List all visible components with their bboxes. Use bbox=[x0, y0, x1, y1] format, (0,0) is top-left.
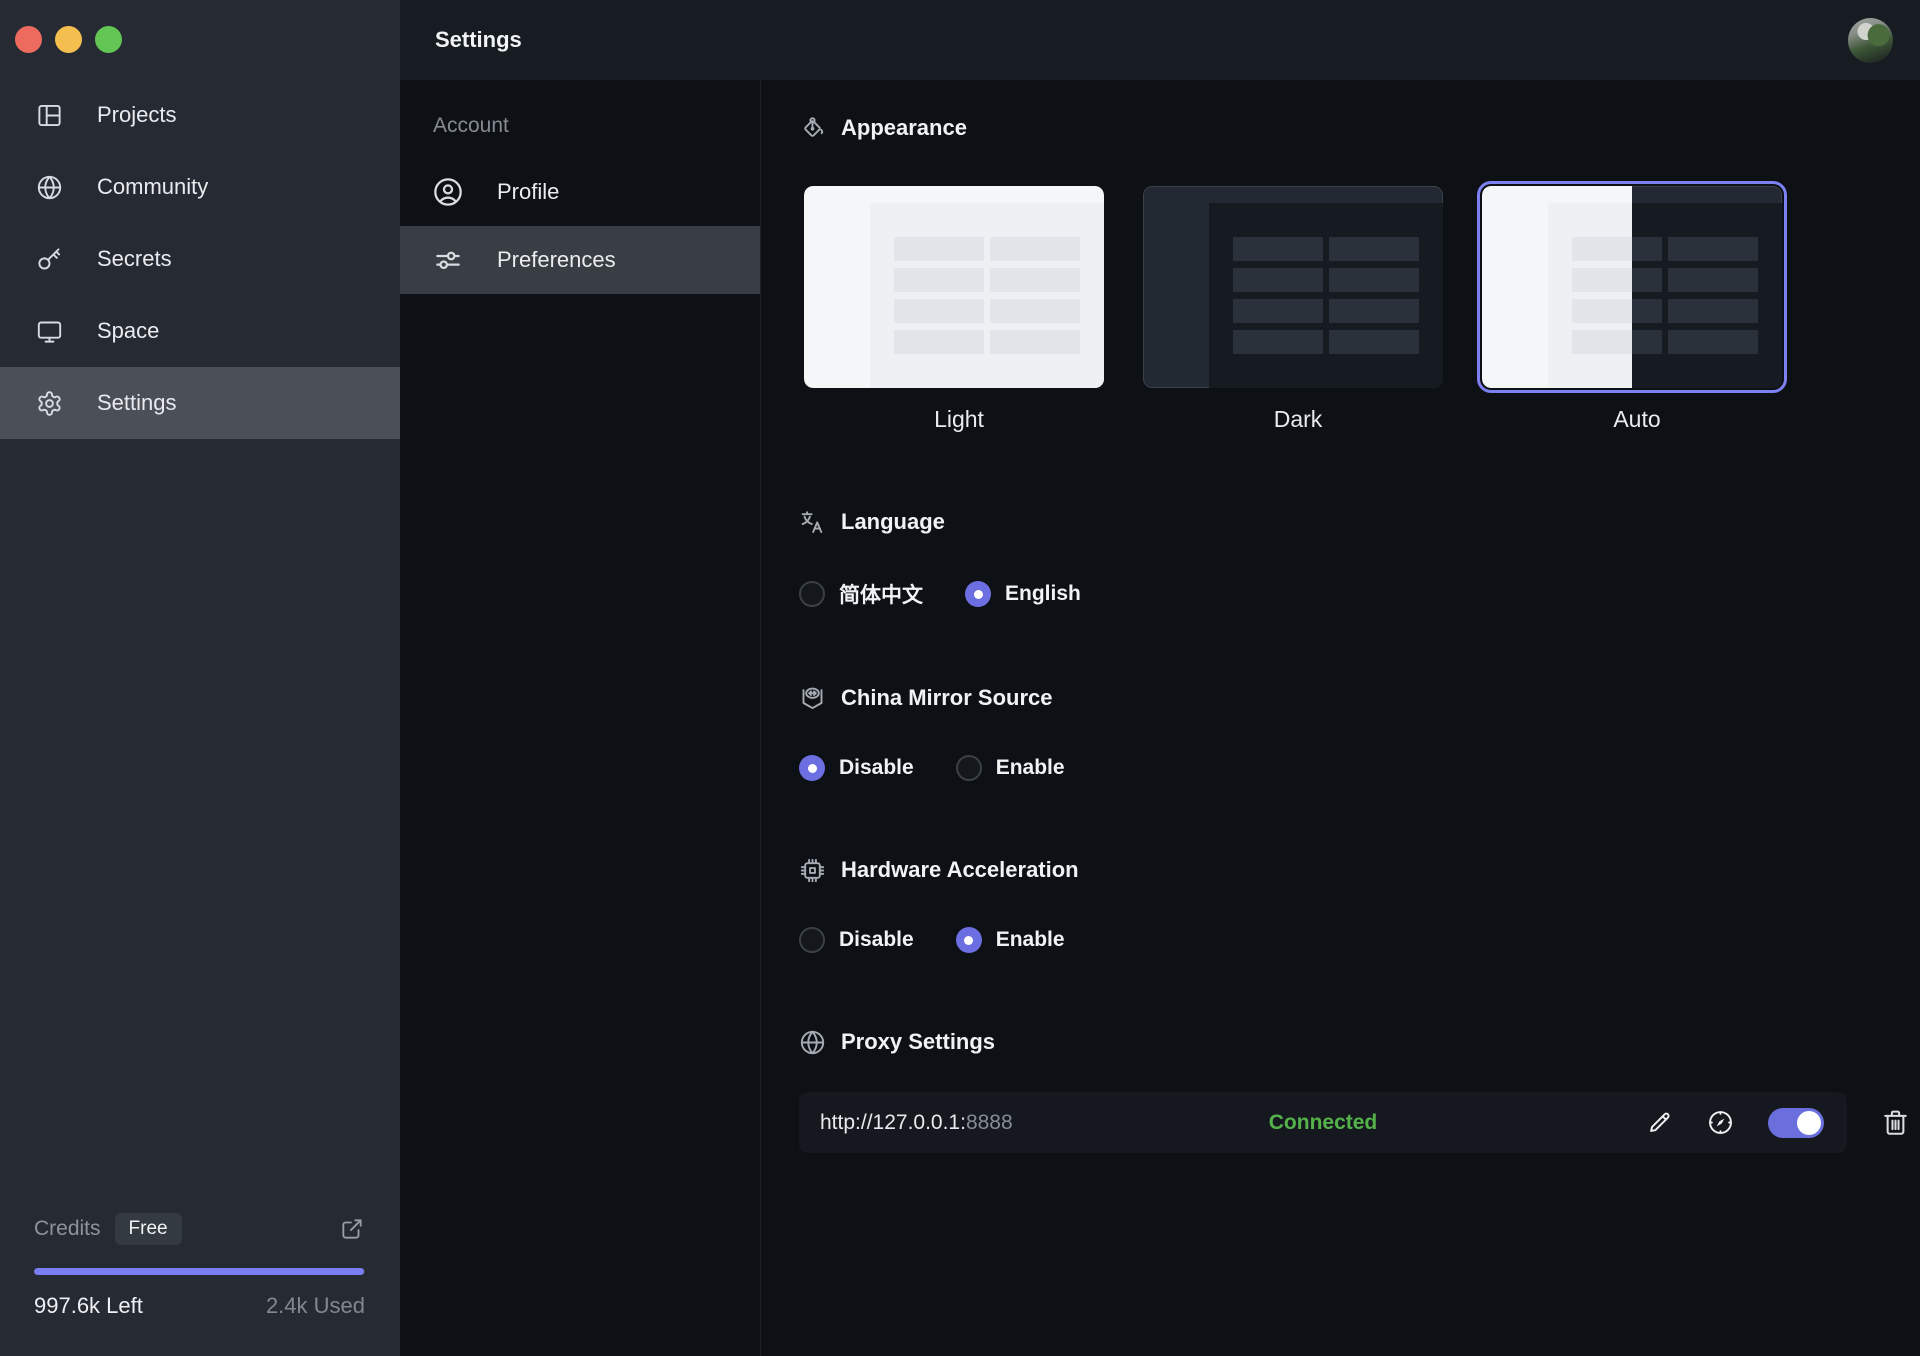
proxy-status-badge: Connected bbox=[1269, 1111, 1378, 1135]
radio-label: Disable bbox=[839, 756, 914, 780]
speed-test-compass-icon[interactable] bbox=[1707, 1109, 1734, 1136]
credits-progress-bar bbox=[34, 1268, 365, 1275]
toggle-knob bbox=[1797, 1111, 1821, 1135]
window-controls bbox=[0, 0, 400, 53]
preferences-content: Appearance Light bbox=[761, 80, 1920, 1356]
hardware-section-header: Hardware Acceleration bbox=[799, 855, 1920, 885]
proxy-host: http://127.0.0.1: bbox=[820, 1111, 966, 1134]
section-title: Hardware Acceleration bbox=[841, 857, 1079, 883]
radio-label: 简体中文 bbox=[839, 579, 923, 609]
sidebar-item-label: Space bbox=[97, 318, 159, 344]
plan-badge[interactable]: Free bbox=[115, 1213, 182, 1245]
theme-label: Auto bbox=[1477, 406, 1797, 433]
cpu-icon bbox=[799, 857, 826, 884]
radio-circle bbox=[956, 755, 982, 781]
title-bar: Settings bbox=[400, 0, 1920, 80]
trash-icon[interactable] bbox=[1881, 1108, 1910, 1137]
radio-label: English bbox=[1005, 582, 1081, 606]
sidebar-item-label: Community bbox=[97, 174, 208, 200]
mirror-repo-icon bbox=[799, 685, 826, 712]
proxy-entry: http://127.0.0.1:8888 Connected bbox=[799, 1092, 1920, 1153]
sliders-icon bbox=[432, 244, 464, 276]
proxy-url: http://127.0.0.1:8888 bbox=[820, 1111, 1013, 1135]
language-section-header: Language bbox=[799, 507, 1920, 537]
radio-mirror-enable[interactable]: Enable bbox=[956, 755, 1065, 781]
radio-circle bbox=[799, 581, 825, 607]
section-title: Proxy Settings bbox=[841, 1029, 995, 1055]
layout-grid-icon bbox=[36, 102, 63, 129]
radio-hardware-enable[interactable]: Enable bbox=[956, 927, 1065, 953]
subnav-item-label: Preferences bbox=[497, 247, 616, 273]
section-title: Appearance bbox=[841, 115, 967, 141]
main-area: Settings Account Profile Preferences bbox=[400, 0, 1920, 1356]
subnav-item-profile[interactable]: Profile bbox=[400, 158, 760, 226]
mirror-section-header: China Mirror Source bbox=[799, 683, 1920, 713]
subnav-item-label: Profile bbox=[497, 179, 559, 205]
mirror-radio-group: Disable Enable bbox=[799, 755, 1920, 781]
subnav-item-preferences[interactable]: Preferences bbox=[400, 226, 760, 294]
credits-label: Credits bbox=[34, 1217, 101, 1241]
sidebar: Projects Community Secrets Space Setting… bbox=[0, 0, 400, 1356]
radio-circle-selected bbox=[799, 755, 825, 781]
subnav-section-label: Account bbox=[433, 114, 760, 138]
globe-icon bbox=[799, 1029, 826, 1056]
radio-english[interactable]: English bbox=[965, 581, 1081, 607]
credits-left: 997.6k Left bbox=[34, 1293, 143, 1319]
proxy-port: 8888 bbox=[966, 1111, 1013, 1134]
globe-icon bbox=[36, 174, 63, 201]
credits-panel: Credits Free 997.6k Left 2.4k Used bbox=[0, 1213, 400, 1356]
external-link-icon[interactable] bbox=[339, 1216, 365, 1242]
user-circle-icon bbox=[432, 176, 464, 208]
key-icon bbox=[36, 246, 63, 273]
credits-used: 2.4k Used bbox=[266, 1293, 365, 1319]
radio-circle-selected bbox=[965, 581, 991, 607]
close-window-button[interactable] bbox=[15, 26, 42, 53]
monitor-icon bbox=[36, 318, 63, 345]
radio-label: Enable bbox=[996, 928, 1065, 952]
zoom-window-button[interactable] bbox=[95, 26, 122, 53]
sidebar-item-settings[interactable]: Settings bbox=[0, 367, 400, 439]
settings-subnav: Account Profile Preferences bbox=[400, 80, 761, 1356]
sidebar-item-label: Settings bbox=[97, 390, 177, 416]
sidebar-item-space[interactable]: Space bbox=[0, 295, 400, 367]
edit-pencil-icon[interactable] bbox=[1646, 1109, 1673, 1136]
hardware-radio-group: Disable Enable bbox=[799, 927, 1920, 953]
proxy-actions bbox=[1646, 1108, 1824, 1138]
sidebar-item-community[interactable]: Community bbox=[0, 151, 400, 223]
proxy-row: http://127.0.0.1:8888 Connected bbox=[799, 1092, 1847, 1153]
page-title: Settings bbox=[435, 27, 522, 53]
radio-hardware-disable[interactable]: Disable bbox=[799, 927, 914, 953]
theme-picker: Light Dark bbox=[799, 181, 1920, 433]
theme-option-auto[interactable]: Auto bbox=[1477, 181, 1797, 433]
radio-simplified-chinese[interactable]: 简体中文 bbox=[799, 579, 923, 609]
theme-label: Light bbox=[799, 406, 1119, 433]
sidebar-item-label: Projects bbox=[97, 102, 176, 128]
appearance-section-header: Appearance bbox=[799, 113, 1920, 143]
sidebar-item-projects[interactable]: Projects bbox=[0, 79, 400, 151]
proxy-toggle[interactable] bbox=[1768, 1108, 1824, 1138]
radio-circle-selected bbox=[956, 927, 982, 953]
sidebar-item-label: Secrets bbox=[97, 246, 172, 272]
radio-label: Disable bbox=[839, 928, 914, 952]
theme-option-dark[interactable]: Dark bbox=[1138, 181, 1458, 433]
section-title: Language bbox=[841, 509, 945, 535]
user-avatar[interactable] bbox=[1848, 18, 1893, 63]
proxy-section-header: Proxy Settings bbox=[799, 1027, 1920, 1057]
credits-progress-fill bbox=[34, 1268, 364, 1275]
sidebar-item-secrets[interactable]: Secrets bbox=[0, 223, 400, 295]
gear-icon bbox=[36, 390, 63, 417]
radio-circle bbox=[799, 927, 825, 953]
paint-bucket-icon bbox=[799, 115, 826, 142]
translate-icon bbox=[799, 509, 826, 536]
theme-option-light[interactable]: Light bbox=[799, 181, 1119, 433]
app-window: Projects Community Secrets Space Setting… bbox=[0, 0, 1920, 1356]
minimize-window-button[interactable] bbox=[55, 26, 82, 53]
language-radio-group: 简体中文 English bbox=[799, 579, 1920, 609]
theme-label: Dark bbox=[1138, 406, 1458, 433]
sidebar-nav: Projects Community Secrets Space Setting… bbox=[0, 79, 400, 439]
radio-label: Enable bbox=[996, 756, 1065, 780]
radio-mirror-disable[interactable]: Disable bbox=[799, 755, 914, 781]
section-title: China Mirror Source bbox=[841, 685, 1052, 711]
